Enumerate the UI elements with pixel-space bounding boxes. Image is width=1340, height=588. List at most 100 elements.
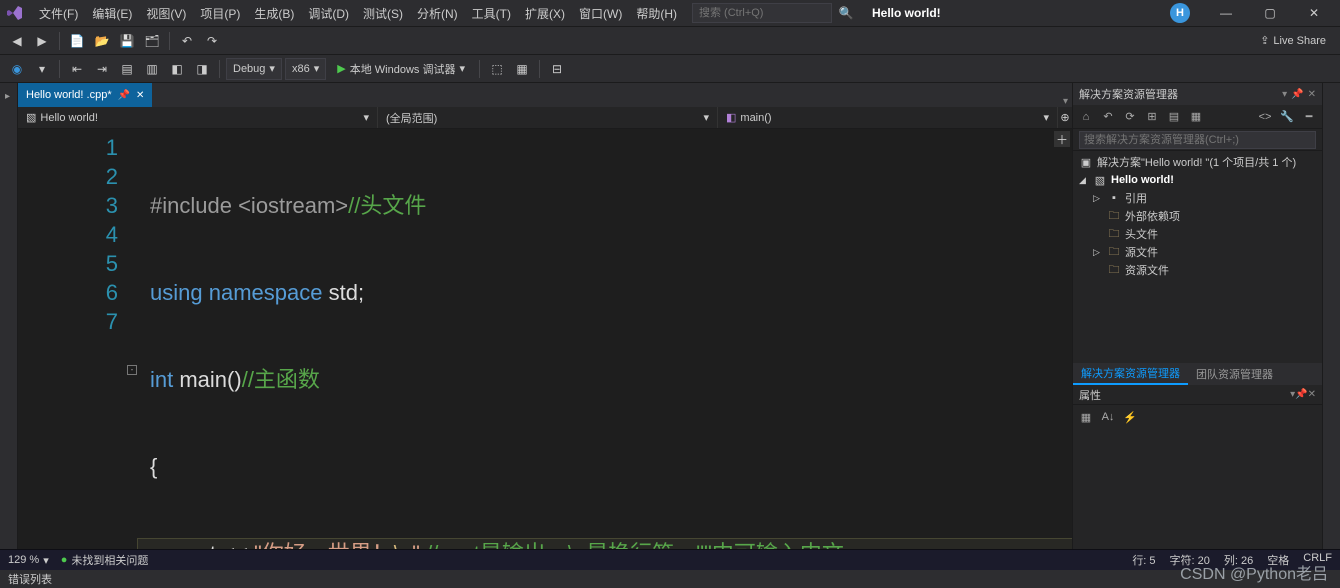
menu-test[interactable]: 测试(S) bbox=[356, 1, 410, 26]
run-button[interactable]: ▶本地 Windows 调试器▾ bbox=[329, 58, 473, 80]
tool-icon[interactable]: ⊞ bbox=[1143, 108, 1161, 126]
tree-refs[interactable]: ▷▪引用 bbox=[1073, 189, 1322, 207]
nav-member[interactable]: ◧main()▾ bbox=[718, 107, 1058, 128]
tool-icon[interactable]: ▤ bbox=[1165, 108, 1183, 126]
events-icon[interactable]: ⚡ bbox=[1121, 408, 1139, 426]
code-content[interactable]: #include <iostream>//头文件 using namespace… bbox=[138, 129, 1072, 549]
close-icon[interactable]: ✕ bbox=[136, 90, 144, 101]
col-indicator[interactable]: 列: 26 bbox=[1224, 552, 1253, 568]
maximize-button[interactable]: ▢ bbox=[1250, 0, 1290, 27]
dropdown-icon[interactable]: ▾ bbox=[31, 58, 53, 80]
redo-icon[interactable]: ↷ bbox=[201, 30, 223, 52]
solution-search[interactable] bbox=[1073, 129, 1322, 151]
close-icon[interactable]: ✕ bbox=[1308, 89, 1316, 100]
tool-icon[interactable]: ▦ bbox=[1187, 108, 1205, 126]
cat-icon[interactable]: ▦ bbox=[1077, 408, 1095, 426]
issues-status[interactable]: ●未找到相关问题 bbox=[61, 552, 149, 568]
tool3-icon[interactable]: ⊟ bbox=[546, 58, 568, 80]
file-tab-active[interactable]: Hello world! .cpp* 📌 ✕ bbox=[18, 83, 152, 107]
auto-hide-icon[interactable]: 📌 bbox=[1295, 389, 1307, 400]
bookmark2-icon[interactable]: ◨ bbox=[191, 58, 213, 80]
tool1-icon[interactable]: ⬚ bbox=[486, 58, 508, 80]
tree-headers[interactable]: 🗀头文件 bbox=[1073, 225, 1322, 243]
minimize-button[interactable]: ― bbox=[1206, 0, 1246, 27]
nav-fwd-icon[interactable]: ▶ bbox=[31, 30, 53, 52]
error-list-bar[interactable]: 错误列表 bbox=[0, 570, 1340, 588]
nav-scope[interactable]: ▧Hello world!▾ bbox=[18, 107, 378, 128]
tree-solution[interactable]: ▣解决方案"Hello world! "(1 个项目/共 1 个) bbox=[1073, 153, 1322, 171]
close-button[interactable]: ✕ bbox=[1294, 0, 1334, 27]
undo-icon[interactable]: ↶ bbox=[176, 30, 198, 52]
editor-area: Hello world! .cpp* 📌 ✕ ▾ ▧Hello world!▾ … bbox=[18, 83, 1072, 549]
pin-icon[interactable]: ▾ bbox=[1282, 89, 1287, 100]
char-indicator[interactable]: 字符: 20 bbox=[1170, 552, 1210, 568]
folder-icon: 🗀 bbox=[1107, 225, 1121, 244]
code-editor[interactable]: ＋ 1234567 #include <iostream>//头文件 using… bbox=[18, 129, 1072, 549]
live-share[interactable]: ⇪Live Share bbox=[1260, 34, 1326, 47]
insert-mode[interactable]: 空格 bbox=[1267, 552, 1289, 568]
menu-ext[interactable]: 扩展(X) bbox=[518, 1, 572, 26]
config-dropdown[interactable]: Debug▾ bbox=[226, 58, 282, 80]
back-icon[interactable]: ↶ bbox=[1099, 108, 1117, 126]
home-icon[interactable]: ⌂ bbox=[1077, 108, 1095, 126]
split-icon[interactable]: ⊕ bbox=[1058, 111, 1072, 124]
zoom-level[interactable]: 129 %▾ bbox=[8, 554, 49, 567]
outdent-icon[interactable]: ⇤ bbox=[66, 58, 88, 80]
open-icon[interactable]: 📂 bbox=[91, 30, 113, 52]
nav-back-icon[interactable]: ◀ bbox=[6, 30, 28, 52]
az-icon[interactable]: A↓ bbox=[1099, 408, 1117, 426]
nav-fn[interactable]: (全局范围)▾ bbox=[378, 107, 718, 128]
view-code-icon[interactable]: <> bbox=[1256, 108, 1274, 126]
menu-build[interactable]: 生成(B) bbox=[247, 1, 301, 26]
solution-search-input[interactable] bbox=[1079, 131, 1316, 149]
bookmark-icon[interactable]: ◧ bbox=[166, 58, 188, 80]
menu-view[interactable]: 视图(V) bbox=[139, 1, 193, 26]
tree-extdeps[interactable]: 🗀外部依赖项 bbox=[1073, 207, 1322, 225]
search-input[interactable] bbox=[699, 7, 825, 19]
platform-dropdown[interactable]: x86▾ bbox=[285, 58, 326, 80]
server-explorer-tab[interactable]: ▸ bbox=[0, 87, 15, 106]
close-icon[interactable]: ✕ bbox=[1308, 389, 1316, 400]
menu-help[interactable]: 帮助(H) bbox=[629, 1, 684, 26]
encoding[interactable]: CRLF bbox=[1303, 552, 1332, 568]
menu-analyze[interactable]: 分析(N) bbox=[410, 1, 465, 26]
wrench-icon[interactable]: 🔧 bbox=[1278, 108, 1296, 126]
menu-file[interactable]: 文件(F) bbox=[32, 1, 85, 26]
start-icon[interactable]: ◉ bbox=[6, 58, 28, 80]
tree-src[interactable]: ▷🗀源文件 bbox=[1073, 243, 1322, 261]
tab-team-explorer[interactable]: 团队资源管理器 bbox=[1188, 363, 1281, 385]
comment-icon[interactable]: ▤ bbox=[116, 58, 138, 80]
solution-tree[interactable]: ▣解决方案"Hello world! "(1 个项目/共 1 个) ◢▧Hell… bbox=[1073, 151, 1322, 363]
user-avatar[interactable]: H bbox=[1170, 3, 1190, 23]
solution-explorer-header: 解决方案资源管理器 ▾📌✕ bbox=[1073, 83, 1322, 105]
menu-project[interactable]: 项目(P) bbox=[193, 1, 247, 26]
toolbar-debug: ◉ ▾ ⇤ ⇥ ▤ ▥ ◧ ◨ Debug▾ x86▾ ▶本地 Windows … bbox=[0, 55, 1340, 83]
expand-icon[interactable]: ▷ bbox=[1093, 247, 1103, 258]
tab-overflow-icon[interactable]: ▾ bbox=[1063, 96, 1068, 107]
expand-icon[interactable]: ▷ bbox=[1093, 193, 1103, 204]
menu-tools[interactable]: 工具(T) bbox=[465, 1, 518, 26]
indent-icon[interactable]: ⇥ bbox=[91, 58, 113, 80]
expand-icon[interactable]: ◢ bbox=[1079, 175, 1089, 186]
pin-icon[interactable]: 📌 bbox=[118, 90, 130, 101]
vs-logo-icon bbox=[6, 4, 24, 22]
menu-window[interactable]: 窗口(W) bbox=[572, 1, 629, 26]
search-icon[interactable]: 🔍 bbox=[836, 3, 856, 23]
sync-icon[interactable]: ⟳ bbox=[1121, 108, 1139, 126]
solution-icon: ▣ bbox=[1079, 156, 1093, 169]
tab-solution-explorer[interactable]: 解决方案资源管理器 bbox=[1073, 363, 1188, 385]
new-file-icon[interactable]: 📄 bbox=[66, 30, 88, 52]
uncomment-icon[interactable]: ▥ bbox=[141, 58, 163, 80]
auto-hide-icon[interactable]: 📌 bbox=[1291, 89, 1303, 100]
tree-res[interactable]: 🗀资源文件 bbox=[1073, 261, 1322, 279]
line-indicator[interactable]: 行: 5 bbox=[1132, 552, 1155, 568]
filter-icon[interactable]: ━ bbox=[1300, 108, 1318, 126]
fold-icon[interactable]: - bbox=[127, 365, 137, 375]
tool2-icon[interactable]: ▦ bbox=[511, 58, 533, 80]
save-icon[interactable]: 💾 bbox=[116, 30, 138, 52]
tree-project[interactable]: ◢▧Hello world! bbox=[1073, 171, 1322, 189]
menu-debug[interactable]: 调试(D) bbox=[301, 1, 356, 26]
menu-edit[interactable]: 编辑(E) bbox=[85, 1, 139, 26]
global-search[interactable] bbox=[692, 3, 832, 23]
saveall-icon[interactable]: 🗂 bbox=[141, 30, 163, 52]
